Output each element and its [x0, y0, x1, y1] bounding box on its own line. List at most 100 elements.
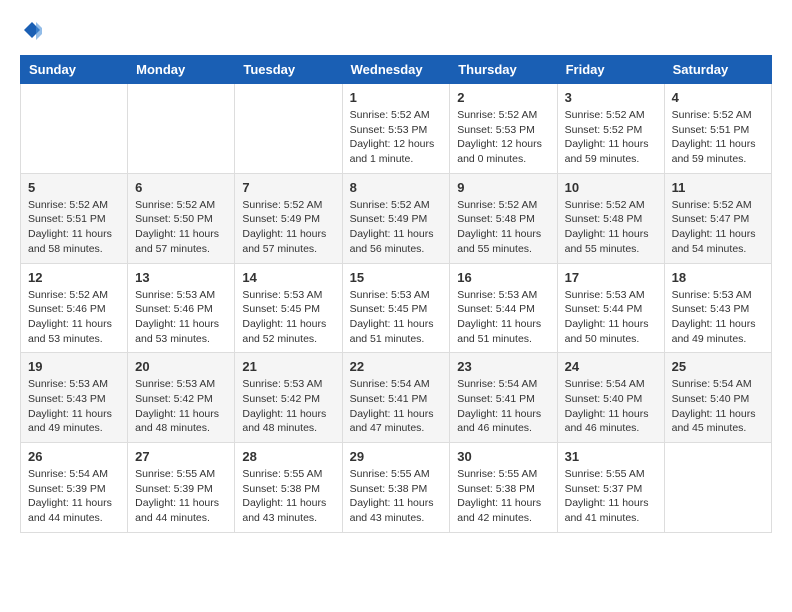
logo-text: [20, 20, 42, 45]
calendar-cell: 11 Sunrise: 5:52 AMSunset: 5:47 PMDayligh…: [664, 173, 771, 263]
calendar-cell: 17Sunrise: 5:53 AMSunset: 5:44 PMDayligh…: [557, 263, 664, 353]
day-info: Sunrise: 5:55 AMSunset: 5:39 PMDaylight:…: [135, 467, 227, 526]
weekday-header: Sunday: [21, 56, 128, 84]
day-number: 4: [672, 90, 764, 105]
day-number: 9: [457, 180, 549, 195]
calendar-table: SundayMondayTuesdayWednesdayThursdayFrid…: [20, 55, 772, 533]
day-number: 19: [28, 359, 120, 374]
day-info: Sunrise: 5:52 AMSunset: 5:49 PMDaylight:…: [350, 198, 443, 257]
day-number: 17: [565, 270, 657, 285]
day-number: 10: [565, 180, 657, 195]
calendar-cell: 4 Sunrise: 5:52 AMSunset: 5:51 PMDaylight…: [664, 84, 771, 174]
calendar-cell: [21, 84, 128, 174]
day-number: 20: [135, 359, 227, 374]
weekday-header: Monday: [128, 56, 235, 84]
day-info: Sunrise: 5:53 AMSunset: 5:42 PMDaylight:…: [135, 377, 227, 436]
day-number: 27: [135, 449, 227, 464]
day-number: 7: [242, 180, 334, 195]
day-info: Sunrise: 5:53 AMSunset: 5:42 PMDaylight:…: [242, 377, 334, 436]
calendar-cell: 8 Sunrise: 5:52 AMSunset: 5:49 PMDaylight…: [342, 173, 450, 263]
day-info: Sunrise: 5:53 AMSunset: 5:44 PMDaylight:…: [457, 288, 549, 347]
day-info: Sunrise: 5:55 AMSunset: 5:38 PMDaylight:…: [457, 467, 549, 526]
day-info: Sunrise: 5:52 AMSunset: 5:53 PMDaylight:…: [350, 108, 443, 167]
calendar-cell: [664, 443, 771, 533]
day-number: 18: [672, 270, 764, 285]
day-info: Sunrise: 5:53 AMSunset: 5:45 PMDaylight:…: [242, 288, 334, 347]
day-number: 6: [135, 180, 227, 195]
weekday-header: Saturday: [664, 56, 771, 84]
calendar-week-row: 12 Sunrise: 5:52 AMSunset: 5:46 PMDayligh…: [21, 263, 772, 353]
day-info: Sunrise: 5:52 AMSunset: 5:48 PMDaylight:…: [457, 198, 549, 257]
day-number: 25: [672, 359, 764, 374]
day-number: 11: [672, 180, 764, 195]
calendar-cell: 20 Sunrise: 5:53 AMSunset: 5:42 PMDayligh…: [128, 353, 235, 443]
day-number: 16: [457, 270, 549, 285]
day-number: 12: [28, 270, 120, 285]
calendar-cell: 30 Sunrise: 5:55 AMSunset: 5:38 PMDayligh…: [450, 443, 557, 533]
day-info: Sunrise: 5:52 AMSunset: 5:51 PMDaylight:…: [28, 198, 120, 257]
day-number: 1: [350, 90, 443, 105]
calendar-cell: 10 Sunrise: 5:52 AMSunset: 5:48 PMDayligh…: [557, 173, 664, 263]
calendar-cell: [235, 84, 342, 174]
calendar-header-row: SundayMondayTuesdayWednesdayThursdayFrid…: [21, 56, 772, 84]
calendar-cell: 23Sunrise: 5:54 AMSunset: 5:41 PMDayligh…: [450, 353, 557, 443]
day-number: 30: [457, 449, 549, 464]
day-info: Sunrise: 5:55 AMSunset: 5:38 PMDaylight:…: [350, 467, 443, 526]
day-number: 2: [457, 90, 549, 105]
day-info: Sunrise: 5:52 AMSunset: 5:50 PMDaylight:…: [135, 198, 227, 257]
day-info: Sunrise: 5:52 AMSunset: 5:51 PMDaylight:…: [672, 108, 764, 167]
calendar-cell: 6 Sunrise: 5:52 AMSunset: 5:50 PMDaylight…: [128, 173, 235, 263]
day-info: Sunrise: 5:55 AMSunset: 5:37 PMDaylight:…: [565, 467, 657, 526]
calendar-cell: 5 Sunrise: 5:52 AMSunset: 5:51 PMDaylight…: [21, 173, 128, 263]
day-info: Sunrise: 5:52 AMSunset: 5:46 PMDaylight:…: [28, 288, 120, 347]
day-info: Sunrise: 5:54 AMSunset: 5:41 PMDaylight:…: [350, 377, 443, 436]
day-number: 26: [28, 449, 120, 464]
day-number: 5: [28, 180, 120, 195]
day-number: 22: [350, 359, 443, 374]
calendar-cell: 24 Sunrise: 5:54 AMSunset: 5:40 PMDayligh…: [557, 353, 664, 443]
calendar-cell: 28Sunrise: 5:55 AMSunset: 5:38 PMDayligh…: [235, 443, 342, 533]
calendar-cell: 25 Sunrise: 5:54 AMSunset: 5:40 PMDayligh…: [664, 353, 771, 443]
logo-icon: [22, 20, 42, 40]
calendar-cell: 7Sunrise: 5:52 AMSunset: 5:49 PMDaylight…: [235, 173, 342, 263]
weekday-header: Friday: [557, 56, 664, 84]
calendar-cell: 29Sunrise: 5:55 AMSunset: 5:38 PMDayligh…: [342, 443, 450, 533]
weekday-header: Thursday: [450, 56, 557, 84]
calendar-week-row: 26 Sunrise: 5:54 AMSunset: 5:39 PMDayligh…: [21, 443, 772, 533]
day-number: 8: [350, 180, 443, 195]
day-info: Sunrise: 5:52 AMSunset: 5:53 PMDaylight:…: [457, 108, 549, 167]
weekday-header: Tuesday: [235, 56, 342, 84]
day-info: Sunrise: 5:54 AMSunset: 5:39 PMDaylight:…: [28, 467, 120, 526]
calendar-cell: 21 Sunrise: 5:53 AMSunset: 5:42 PMDayligh…: [235, 353, 342, 443]
day-info: Sunrise: 5:54 AMSunset: 5:40 PMDaylight:…: [565, 377, 657, 436]
day-number: 23: [457, 359, 549, 374]
day-info: Sunrise: 5:53 AMSunset: 5:43 PMDaylight:…: [672, 288, 764, 347]
calendar-week-row: 5 Sunrise: 5:52 AMSunset: 5:51 PMDaylight…: [21, 173, 772, 263]
calendar-cell: 27 Sunrise: 5:55 AMSunset: 5:39 PMDayligh…: [128, 443, 235, 533]
day-number: 21: [242, 359, 334, 374]
logo: [20, 20, 42, 45]
calendar-cell: 9 Sunrise: 5:52 AMSunset: 5:48 PMDaylight…: [450, 173, 557, 263]
calendar-cell: 1 Sunrise: 5:52 AMSunset: 5:53 PMDaylight…: [342, 84, 450, 174]
day-number: 31: [565, 449, 657, 464]
calendar-cell: 26 Sunrise: 5:54 AMSunset: 5:39 PMDayligh…: [21, 443, 128, 533]
calendar-week-row: 19Sunrise: 5:53 AMSunset: 5:43 PMDayligh…: [21, 353, 772, 443]
day-info: Sunrise: 5:52 AMSunset: 5:48 PMDaylight:…: [565, 198, 657, 257]
weekday-header: Wednesday: [342, 56, 450, 84]
day-info: Sunrise: 5:52 AMSunset: 5:47 PMDaylight:…: [672, 198, 764, 257]
day-info: Sunrise: 5:54 AMSunset: 5:40 PMDaylight:…: [672, 377, 764, 436]
calendar-cell: 12 Sunrise: 5:52 AMSunset: 5:46 PMDayligh…: [21, 263, 128, 353]
calendar-cell: 3Sunrise: 5:52 AMSunset: 5:52 PMDaylight…: [557, 84, 664, 174]
calendar-cell: 14Sunrise: 5:53 AMSunset: 5:45 PMDayligh…: [235, 263, 342, 353]
day-number: 24: [565, 359, 657, 374]
calendar-cell: 2 Sunrise: 5:52 AMSunset: 5:53 PMDaylight…: [450, 84, 557, 174]
day-number: 28: [242, 449, 334, 464]
calendar-week-row: 1 Sunrise: 5:52 AMSunset: 5:53 PMDaylight…: [21, 84, 772, 174]
day-number: 13: [135, 270, 227, 285]
calendar-cell: [128, 84, 235, 174]
calendar-cell: 15Sunrise: 5:53 AMSunset: 5:45 PMDayligh…: [342, 263, 450, 353]
calendar-cell: 18 Sunrise: 5:53 AMSunset: 5:43 PMDayligh…: [664, 263, 771, 353]
day-number: 15: [350, 270, 443, 285]
calendar-cell: 19Sunrise: 5:53 AMSunset: 5:43 PMDayligh…: [21, 353, 128, 443]
calendar-cell: 22 Sunrise: 5:54 AMSunset: 5:41 PMDayligh…: [342, 353, 450, 443]
